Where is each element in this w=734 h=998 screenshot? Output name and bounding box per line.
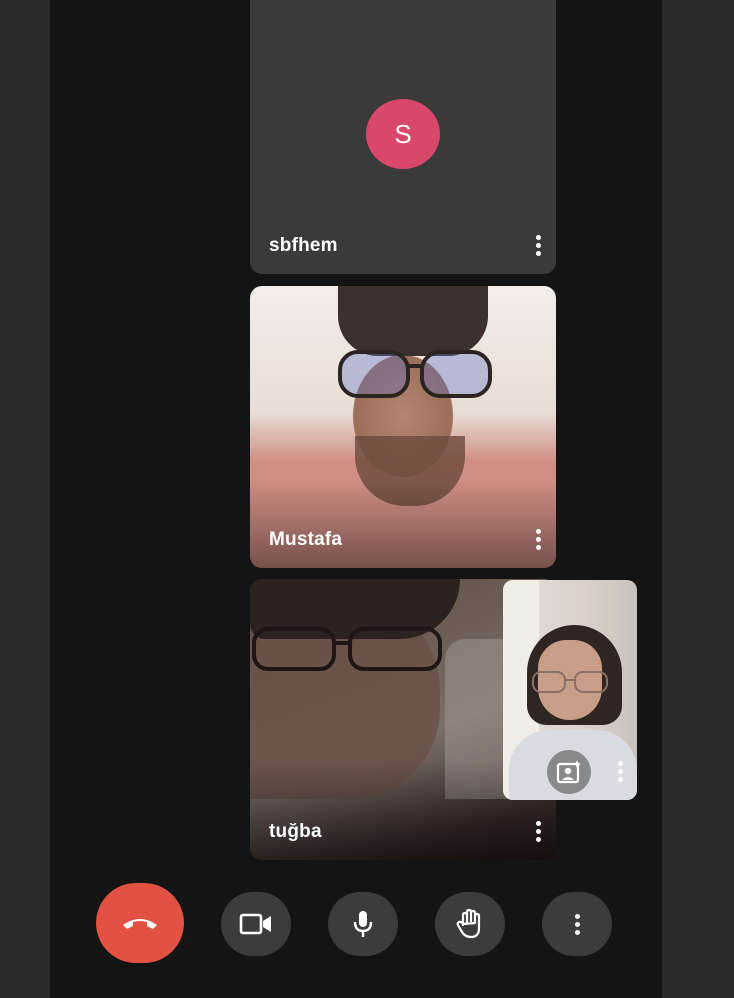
tile-more-options-button[interactable] bbox=[528, 816, 548, 846]
self-video-glasses bbox=[532, 671, 608, 693]
participant-tile-mustafa[interactable]: Mustafa bbox=[250, 286, 556, 568]
more-vert-icon bbox=[535, 234, 541, 240]
participant-name: tuğba bbox=[269, 821, 322, 842]
participant-name: sbfhem bbox=[269, 235, 338, 256]
more-vert-icon bbox=[574, 913, 580, 935]
more-vert-icon bbox=[535, 528, 541, 534]
call-stage: S sbfhem Mustafa tuğba bbox=[50, 0, 662, 998]
tile-more-options-button[interactable] bbox=[528, 230, 548, 260]
mic-icon bbox=[353, 911, 373, 937]
portrait-sparkle-icon bbox=[556, 760, 581, 784]
participant-tile-sbfhem[interactable]: S sbfhem bbox=[250, 0, 556, 274]
end-call-button[interactable] bbox=[96, 883, 184, 963]
raise-hand-button[interactable] bbox=[435, 892, 505, 956]
self-view-more-options-button[interactable] bbox=[615, 756, 625, 786]
left-margin bbox=[0, 0, 50, 998]
avatar: S bbox=[366, 99, 440, 169]
more-vert-icon bbox=[535, 820, 541, 826]
hand-icon bbox=[456, 908, 481, 939]
avatar-initial: S bbox=[394, 118, 412, 149]
self-view-tile[interactable] bbox=[503, 580, 637, 800]
phone-hangup-icon bbox=[123, 919, 157, 929]
more-vert-icon bbox=[617, 760, 623, 766]
camera-toggle-button[interactable] bbox=[221, 892, 291, 956]
call-controls-bar bbox=[0, 883, 734, 963]
tile-more-options-button[interactable] bbox=[528, 524, 548, 554]
more-options-button[interactable] bbox=[542, 892, 612, 956]
video-feed-glasses bbox=[338, 350, 492, 398]
visual-effects-button[interactable] bbox=[547, 750, 591, 794]
microphone-toggle-button[interactable] bbox=[328, 892, 398, 956]
videocam-icon bbox=[239, 913, 271, 935]
participant-name: Mustafa bbox=[269, 529, 343, 550]
video-feed-glasses bbox=[252, 627, 442, 671]
right-margin bbox=[662, 0, 734, 998]
